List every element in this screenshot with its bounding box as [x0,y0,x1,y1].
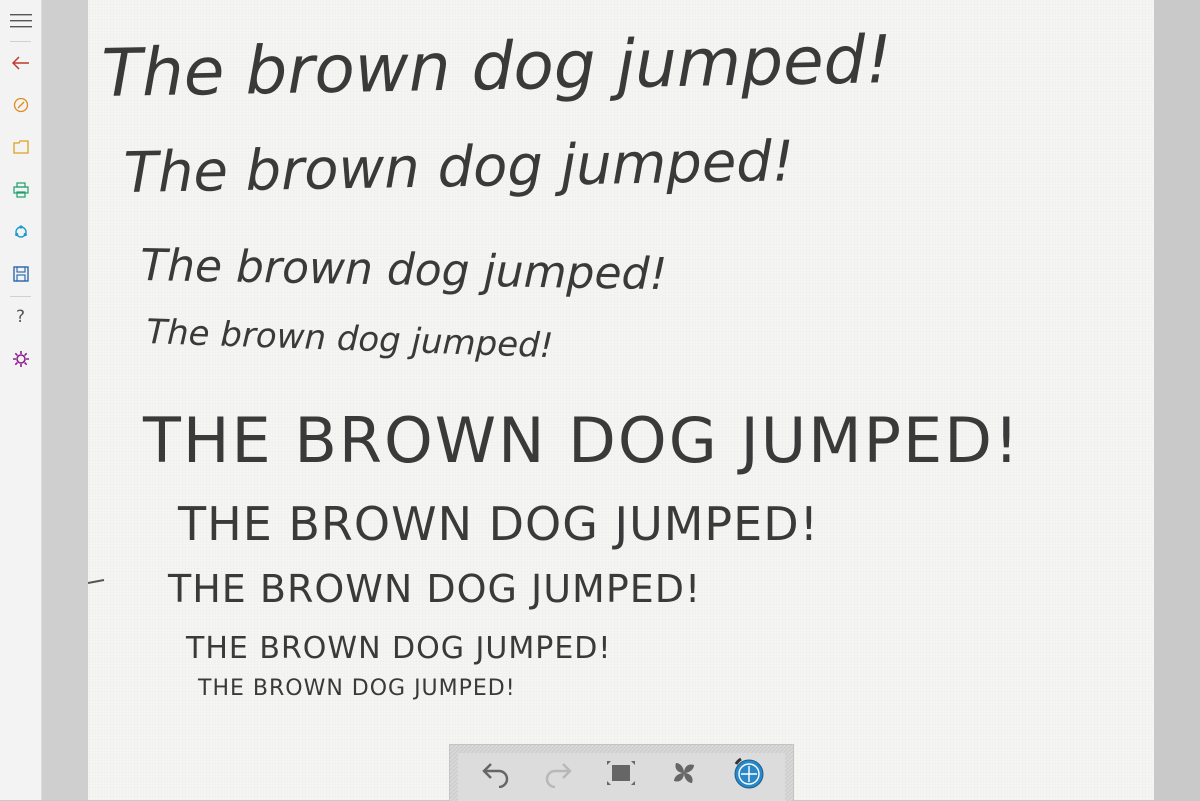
undo-button[interactable] [476,753,516,793]
undo-icon [482,763,509,788]
ink-line: The brown dog jumped! [146,312,554,366]
settings-icon [12,351,29,367]
pen-tool-icon [734,757,764,789]
handwriting-layer: The brown dog jumped! The brown dog jump… [88,21,1021,701]
share-icon [14,225,27,238]
fit-to-screen-button[interactable] [601,753,641,793]
menu-icon [9,14,32,28]
ink-line: The brown dog jumped! [123,129,795,206]
save-icon [12,266,29,282]
fit-to-screen-icon [607,761,635,785]
help-button[interactable]: ? [0,299,41,335]
pen-tool-button[interactable] [728,753,768,793]
canvas-margin [42,0,88,800]
pinwheel-button[interactable] [664,753,704,793]
bottom-toolbar [449,744,794,801]
folder-icon [12,140,29,154]
ink-line: THE BROWN DOG JUMPED! [142,404,1021,477]
ink-line: THE BROWN DOG JUMPED! [177,497,819,551]
ink-line: THE BROWN DOG JUMPED! [197,676,516,701]
ink-line: THE BROWN DOG JUMPED! [167,567,701,611]
share-button[interactable] [0,214,41,250]
canvas-margin-right [1154,0,1200,800]
ink-line: THE BROWN DOG JUMPED! [185,631,611,666]
ink-line: The brown dog jumped! [101,21,893,112]
save-button[interactable] [0,256,41,292]
menu-button[interactable] [0,3,41,39]
back-button[interactable] [0,45,41,81]
ink-stroke [88,579,105,584]
redo-button[interactable] [538,753,578,793]
pinwheel-icon [674,763,694,783]
print-button[interactable] [0,172,41,208]
drawing-canvas[interactable]: The brown dog jumped! The brown dog jump… [88,0,1154,800]
open-folder-button[interactable] [0,129,41,165]
back-arrow-icon [11,56,29,70]
sidebar: ? [0,0,42,800]
redo-icon [545,763,572,788]
settings-button[interactable] [0,341,41,377]
ink-line: The brown dog jumped! [140,240,668,300]
sidebar-divider [10,296,31,297]
pen-color-icon [13,97,28,113]
help-icon: ? [15,307,26,327]
pen-color-button[interactable] [0,87,41,123]
sidebar-divider [10,41,31,42]
print-icon [12,182,29,198]
